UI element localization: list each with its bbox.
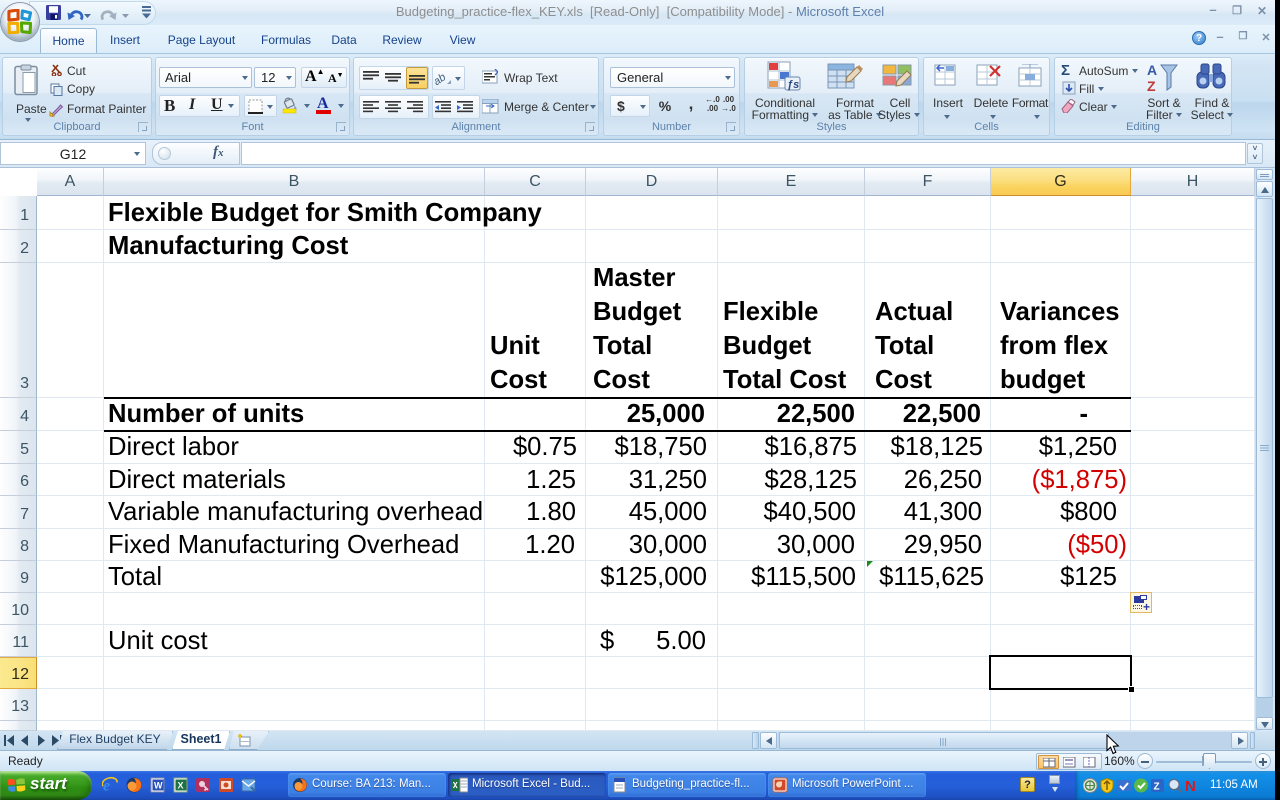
svg-text:A: A	[1147, 62, 1157, 78]
svg-text:Z: Z	[1154, 782, 1160, 793]
svg-text:N: N	[1185, 778, 1196, 793]
svg-text:ab: ab	[435, 71, 448, 87]
svg-text:Z: Z	[1147, 78, 1156, 94]
svg-text:X: X	[178, 781, 184, 791]
svg-text:ƒs: ƒs	[787, 79, 799, 91]
svg-text:W: W	[154, 781, 163, 791]
